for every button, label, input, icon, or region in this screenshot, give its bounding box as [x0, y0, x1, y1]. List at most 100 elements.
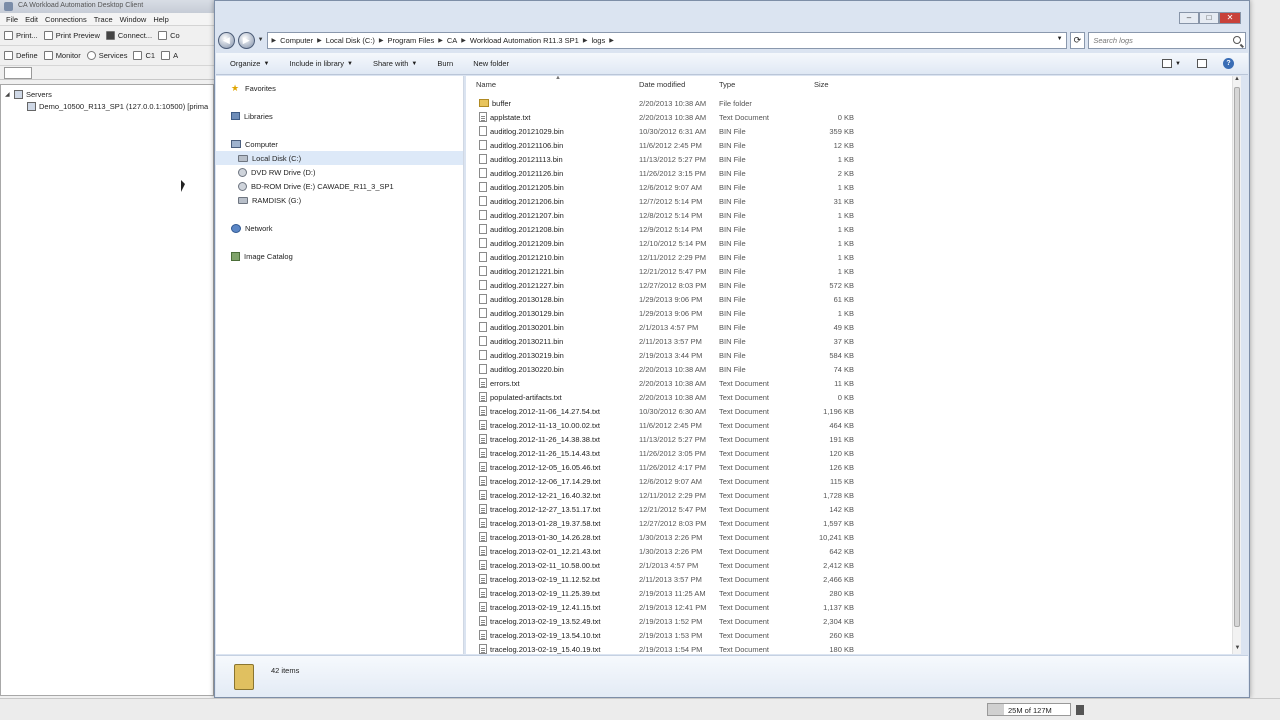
forward-button[interactable]: ▶ — [237, 31, 255, 49]
share-with-button[interactable]: Share with ▼ — [373, 59, 417, 68]
file-row[interactable]: tracelog.2012-11-26_14.38.38.txt 11/13/20… — [466, 432, 1235, 446]
nav-drive-g[interactable]: RAMDISK (G:) — [216, 193, 463, 207]
burn-button[interactable]: Burn — [437, 59, 453, 68]
file-row[interactable]: tracelog.2012-11-13_10.00.02.txt 11/6/201… — [466, 418, 1235, 432]
refresh-button[interactable]: ⟳ — [1069, 31, 1086, 49]
connect-button[interactable]: Connect... — [105, 31, 152, 40]
file-row[interactable]: auditlog.20121126.bin 11/26/2012 3:15 PM B… — [466, 166, 1235, 180]
file-row[interactable]: auditlog.20130219.bin 2/19/2013 3:44 PM BI… — [466, 348, 1235, 362]
organize-button[interactable]: Organize ▼ — [230, 59, 269, 68]
file-row[interactable]: populated-artifacts.txt 2/20/2013 10:38 A… — [466, 390, 1235, 404]
file-row[interactable]: auditlog.20121208.bin 12/9/2012 5:14 PM BI… — [466, 222, 1235, 236]
file-row[interactable]: tracelog.2013-02-19_15.40.19.txt 2/19/201… — [466, 642, 1235, 654]
file-row[interactable]: tracelog.2012-11-26_15.14.43.txt 11/26/20… — [466, 446, 1235, 460]
file-row[interactable]: errors.txt 2/20/2013 10:38 AM Text Documen… — [466, 376, 1235, 390]
nav-network[interactable]: Network — [216, 221, 463, 235]
file-row[interactable]: tracelog.2012-11-06_14.27.54.txt 10/30/20… — [466, 404, 1235, 418]
back-button[interactable]: ◀ — [218, 31, 235, 49]
file-row[interactable]: tracelog.2013-02-19_11.12.52.txt 2/11/201… — [466, 572, 1235, 586]
preview-pane-button[interactable] — [1197, 59, 1207, 68]
file-row[interactable]: tracelog.2013-02-19_11.25.39.txt 2/19/201… — [466, 586, 1235, 600]
file-row[interactable]: buffer 2/20/2013 10:38 AM File folder — [466, 96, 1235, 110]
file-row[interactable]: auditlog.20121221.bin 12/21/2012 5:47 PM B… — [466, 264, 1235, 278]
include-in-library-button[interactable]: Include in library ▼ — [289, 59, 353, 68]
crumb-logs[interactable]: logs — [591, 36, 605, 45]
search-box[interactable]: Search logs — [1088, 31, 1247, 49]
recent-pages-dropdown[interactable]: ▼ — [258, 37, 264, 43]
crumb-program-files[interactable]: Program Files — [388, 36, 435, 45]
garbage-collect-icon[interactable] — [1076, 705, 1084, 715]
change-view-button[interactable]: ▼ — [1162, 59, 1181, 68]
crumb-sep-icon[interactable]: ▶ — [583, 37, 588, 44]
file-row[interactable]: auditlog.20121106.bin 11/6/2012 2:45 PM BI… — [466, 138, 1235, 152]
file-row[interactable]: auditlog.20121206.bin 12/7/2012 5:14 PM BI… — [466, 194, 1235, 208]
services-button[interactable]: Services — [86, 51, 127, 60]
file-row[interactable]: auditlog.20130129.bin 1/29/2013 9:06 PM BI… — [466, 306, 1235, 320]
menu-window[interactable]: Window — [118, 13, 152, 25]
nav-drive-d[interactable]: DVD RW Drive (D:) — [216, 165, 463, 179]
help-icon[interactable]: ? — [1223, 58, 1234, 69]
column-size[interactable]: Size — [799, 80, 854, 89]
file-row[interactable]: tracelog.2012-12-21_16.40.32.txt 12/11/20… — [466, 488, 1235, 502]
menu-edit[interactable]: Edit — [23, 13, 43, 25]
expand-arrow-icon[interactable]: ◢ — [5, 91, 11, 98]
file-row[interactable]: auditlog.20130220.bin 2/20/2013 10:38 AM B… — [466, 362, 1235, 376]
file-row[interactable]: auditlog.20121029.bin 10/30/2012 6:31 AM B… — [466, 124, 1235, 138]
file-row[interactable]: auditlog.20121227.bin 12/27/2012 8:03 PM B… — [466, 278, 1235, 292]
tree-node-servers[interactable]: ◢ Servers — [5, 88, 209, 100]
print-preview-button[interactable]: Print Preview — [43, 31, 100, 40]
column-type[interactable]: Type — [719, 80, 799, 89]
search-icon[interactable] — [1233, 35, 1242, 44]
crumb-computer[interactable]: Computer — [280, 36, 313, 45]
scroll-up-arrow-icon[interactable]: ▲ — [1233, 76, 1241, 85]
address-bar[interactable]: ▶ Computer ▶ Local Disk (C:) ▶ Program Fil… — [266, 31, 1067, 49]
crumb-ca[interactable]: CA — [447, 36, 457, 45]
address-dropdown-icon[interactable]: ▼ — [1057, 36, 1063, 42]
search-input[interactable]: Search logs — [1093, 36, 1133, 45]
nav-drive-c[interactable]: Local Disk (C:) — [216, 151, 463, 165]
nav-computer[interactable]: Computer — [216, 137, 463, 151]
new-folder-button[interactable]: New folder — [473, 59, 509, 68]
vertical-scrollbar[interactable]: ▲ ▼ — [1232, 76, 1241, 654]
nav-favorites[interactable]: ★ Favorites — [216, 81, 463, 95]
file-row[interactable]: applstate.txt 2/20/2013 10:38 AM Text Docu… — [466, 110, 1235, 124]
close-button[interactable]: ✕ — [1219, 12, 1241, 24]
file-row[interactable]: auditlog.20130201.bin 2/1/2013 4:57 PM BIN… — [466, 320, 1235, 334]
file-row[interactable]: tracelog.2013-02-19_13.52.49.txt 2/19/201… — [466, 614, 1235, 628]
scroll-down-arrow-icon[interactable]: ▼ — [1233, 645, 1242, 654]
c1-button[interactable]: C1 — [133, 51, 155, 60]
tree-node-demo-server[interactable]: Demo_10500_R113_SP1 (127.0.0.1:10500) [p… — [5, 100, 209, 112]
maximize-button[interactable]: □ — [1199, 12, 1219, 24]
file-row[interactable]: tracelog.2012-12-05_16.05.46.txt 11/26/20… — [466, 460, 1235, 474]
crumb-sep-icon[interactable]: ▶ — [438, 37, 443, 44]
file-row[interactable]: auditlog.20130128.bin 1/29/2013 9:06 PM BI… — [466, 292, 1235, 306]
define-button[interactable]: Define — [4, 51, 38, 60]
file-row[interactable]: auditlog.20121210.bin 12/11/2012 2:29 PM B… — [466, 250, 1235, 264]
nav-libraries[interactable]: Libraries — [216, 109, 463, 123]
file-row[interactable]: tracelog.2013-02-01_12.21.43.txt 1/30/201… — [466, 544, 1235, 558]
file-row[interactable]: tracelog.2013-01-28_19.37.58.txt 12/27/20… — [466, 516, 1235, 530]
menu-connections[interactable]: Connections — [43, 13, 92, 25]
scrollbar-thumb[interactable] — [1234, 87, 1240, 627]
a-button[interactable]: A — [161, 51, 178, 60]
column-name[interactable]: Name — [466, 80, 639, 89]
monitor-button[interactable]: Monitor — [43, 51, 81, 60]
file-row[interactable]: auditlog.20121209.bin 12/10/2012 5:14 PM B… — [466, 236, 1235, 250]
column-date-modified[interactable]: Date modified — [639, 80, 719, 89]
crumb-sep-icon[interactable]: ▶ — [379, 37, 384, 44]
crumb-sep-icon[interactable]: ▶ — [317, 37, 322, 44]
menu-trace[interactable]: Trace — [92, 13, 118, 25]
crumb-local-disk[interactable]: Local Disk (C:) — [326, 36, 375, 45]
crumb-workload-automation[interactable]: Workload Automation R11.3 SP1 — [470, 36, 579, 45]
file-row[interactable]: tracelog.2013-02-11_10.58.00.txt 2/1/2013… — [466, 558, 1235, 572]
co-button[interactable]: Co — [158, 31, 180, 40]
file-row[interactable]: auditlog.20121113.bin 11/13/2012 5:27 PM B… — [466, 152, 1235, 166]
file-row[interactable]: auditlog.20121205.bin 12/6/2012 9:07 AM BI… — [466, 180, 1235, 194]
file-row[interactable]: tracelog.2013-02-19_12.41.15.txt 2/19/201… — [466, 600, 1235, 614]
file-row[interactable]: auditlog.20121207.bin 12/8/2012 5:14 PM BI… — [466, 208, 1235, 222]
crumb-sep-icon[interactable]: ▶ — [609, 37, 614, 44]
file-row[interactable]: tracelog.2013-01-30_14.26.28.txt 1/30/201… — [466, 530, 1235, 544]
file-row[interactable]: tracelog.2012-12-27_13.51.17.txt 12/21/20… — [466, 502, 1235, 516]
nav-image-catalog[interactable]: Image Catalog — [216, 249, 463, 263]
menu-file[interactable]: File — [4, 13, 23, 25]
